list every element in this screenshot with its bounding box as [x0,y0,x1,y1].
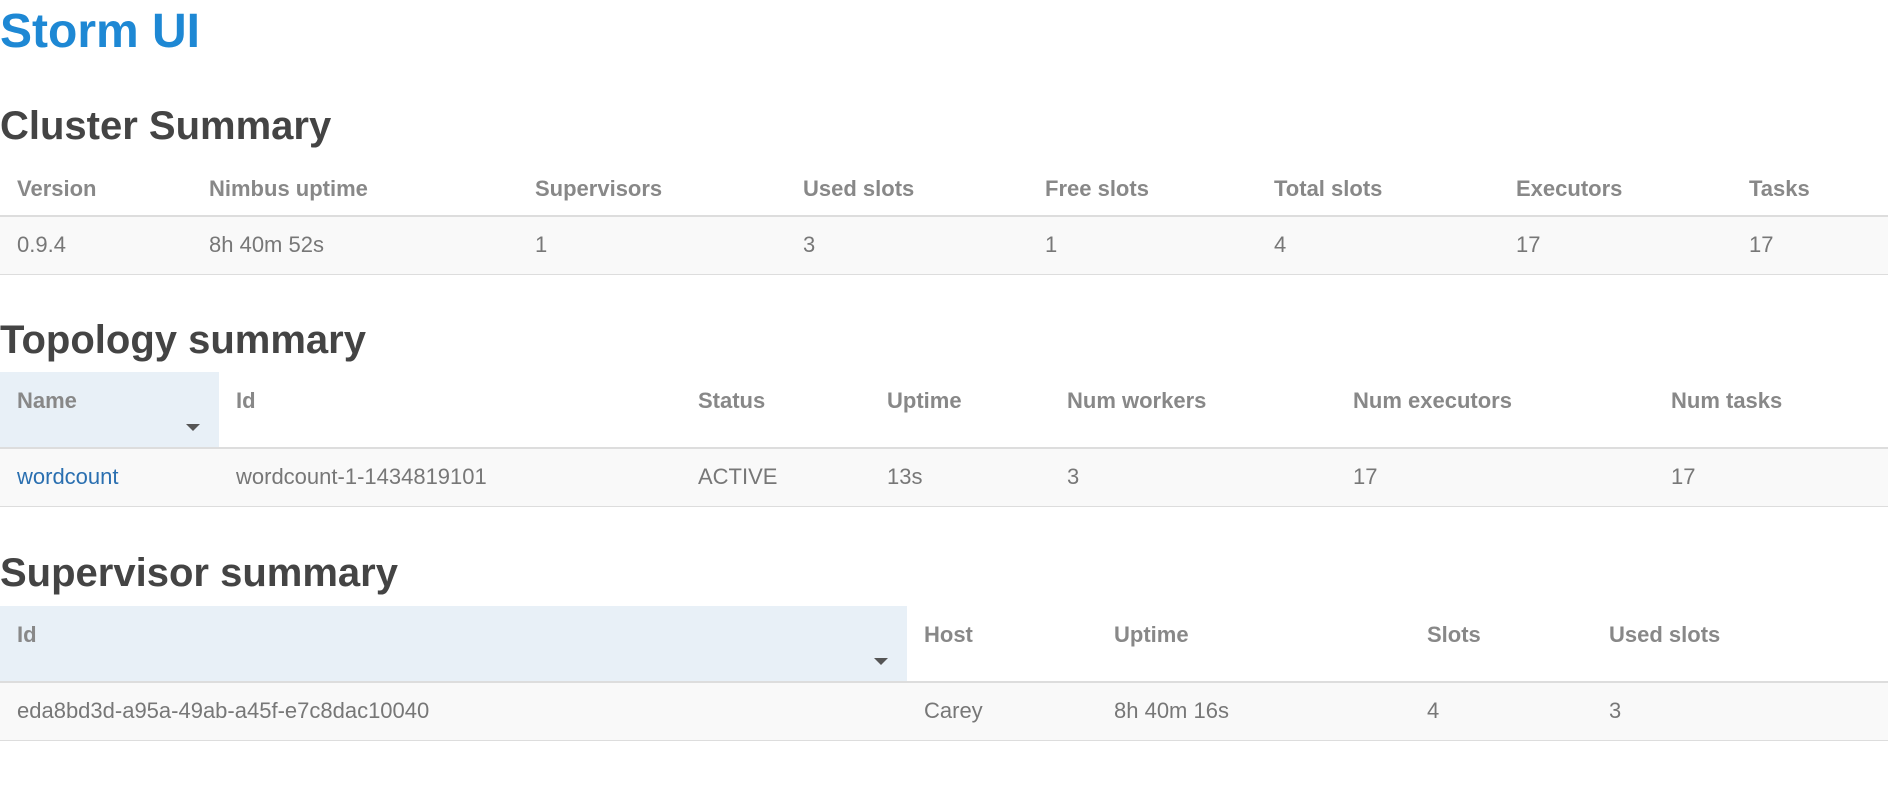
supervisor-header-uptime[interactable]: Uptime [1097,606,1410,683]
cluster-header-used-slots[interactable]: Used slots [786,160,1028,217]
caret-down-icon [874,658,888,665]
cluster-header-executors[interactable]: Executors [1499,160,1732,217]
cluster-version: 0.9.4 [0,216,192,275]
topology-num-executors: 17 [1336,448,1654,507]
supervisor-used-slots: 3 [1592,682,1888,741]
cluster-nimbus-uptime: 8h 40m 52s [192,216,518,275]
supervisor-host: Carey [907,682,1097,741]
topology-summary-table: Name Id Status Uptime Num workers Num ex… [0,372,1888,507]
cluster-header-free-slots[interactable]: Free slots [1028,160,1257,217]
cluster-header-total-slots[interactable]: Total slots [1257,160,1499,217]
topology-uptime: 13s [870,448,1050,507]
topology-name-cell: wordcount [0,448,219,507]
table-row: 0.9.4 8h 40m 52s 1 3 1 4 17 17 [0,216,1888,275]
topology-id: wordcount-1-1434819101 [219,448,681,507]
topology-num-workers: 3 [1050,448,1336,507]
cluster-header-nimbus-uptime[interactable]: Nimbus uptime [192,160,518,217]
supervisor-id: eda8bd3d-a95a-49ab-a45f-e7c8dac10040 [0,682,907,741]
cluster-summary-table: Version Nimbus uptime Supervisors Used s… [0,160,1888,275]
cluster-header-version[interactable]: Version [0,160,192,217]
cluster-header-supervisors[interactable]: Supervisors [518,160,786,217]
topology-name-link[interactable]: wordcount [17,464,119,489]
topology-status: ACTIVE [681,448,870,507]
supervisor-header-host[interactable]: Host [907,606,1097,683]
topology-header-id[interactable]: Id [219,372,681,449]
cluster-total-slots: 4 [1257,216,1499,275]
caret-down-icon [186,424,200,431]
cluster-tasks: 17 [1732,216,1888,275]
topology-header-name-label: Name [17,388,77,413]
topology-summary-title: Topology summary [0,318,366,362]
topology-header-num-tasks[interactable]: Num tasks [1654,372,1888,449]
topology-num-tasks: 17 [1654,448,1888,507]
table-row: eda8bd3d-a95a-49ab-a45f-e7c8dac10040 Car… [0,682,1888,741]
topology-header-status[interactable]: Status [681,372,870,449]
supervisor-summary-table: Id Host Uptime Slots Used slots eda8bd3d… [0,606,1888,741]
cluster-header-tasks[interactable]: Tasks [1732,160,1888,217]
supervisor-header-used-slots[interactable]: Used slots [1592,606,1888,683]
topology-header-num-workers[interactable]: Num workers [1050,372,1336,449]
page-title: Storm UI [0,5,201,58]
supervisor-uptime: 8h 40m 16s [1097,682,1410,741]
cluster-summary-title: Cluster Summary [0,104,332,148]
supervisor-header-slots[interactable]: Slots [1410,606,1592,683]
supervisor-header-id-label: Id [17,622,37,647]
supervisor-summary-title: Supervisor summary [0,551,398,595]
cluster-free-slots: 1 [1028,216,1257,275]
cluster-used-slots: 3 [786,216,1028,275]
supervisor-header-id[interactable]: Id [0,606,907,683]
cluster-executors: 17 [1499,216,1732,275]
topology-header-name[interactable]: Name [0,372,219,449]
topology-header-num-executors[interactable]: Num executors [1336,372,1654,449]
topology-header-uptime[interactable]: Uptime [870,372,1050,449]
supervisor-slots: 4 [1410,682,1592,741]
cluster-supervisors: 1 [518,216,786,275]
table-row: wordcount wordcount-1-1434819101 ACTIVE … [0,448,1888,507]
